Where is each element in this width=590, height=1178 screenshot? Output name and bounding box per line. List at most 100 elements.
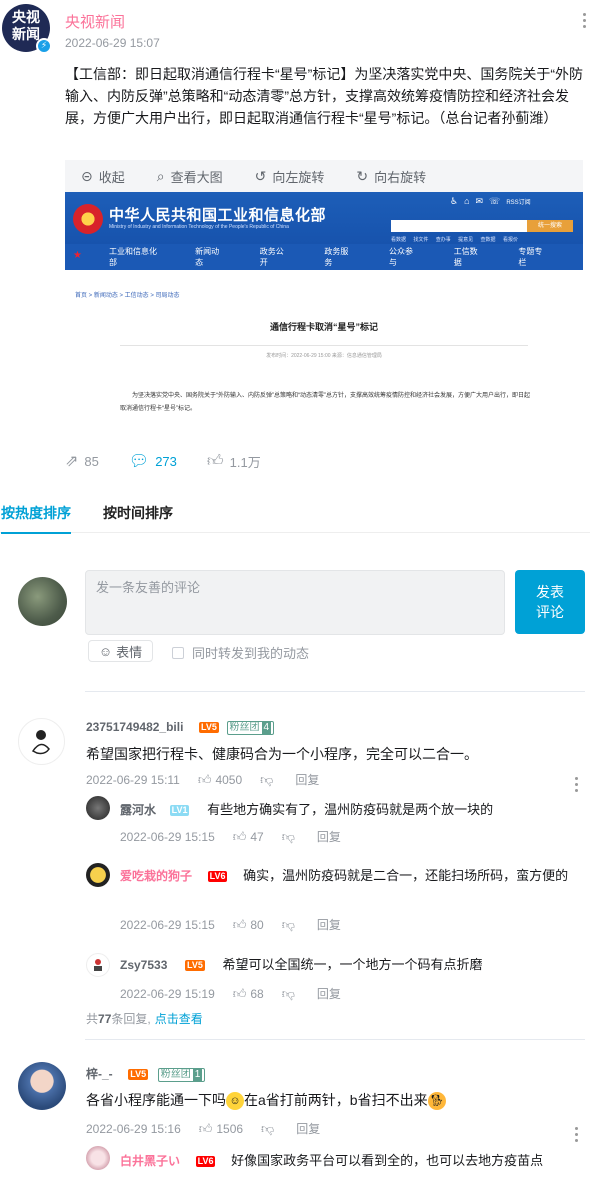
site-banner: 中华人民共和国工业和信息化部 Ministry of Industry and …	[65, 192, 583, 244]
reply-text: 有些地方确实有了，温州防疫码就是两个放一块的	[207, 802, 494, 817]
verified-icon: ⚡	[36, 38, 52, 54]
reply-username[interactable]: 爱吃栽的狗子	[120, 869, 192, 883]
reply-dislike-button[interactable]: 👎︎	[282, 917, 299, 933]
author-name[interactable]: 央视新闻	[65, 11, 125, 32]
emoji-button[interactable]: ☺ 表情	[88, 640, 153, 662]
repost-checkbox[interactable]: 同时转发到我的动态	[172, 643, 309, 662]
post-comment-button[interactable]: 发表 评论	[515, 570, 585, 634]
comment-like-button[interactable]: 👍︎ 4050	[198, 772, 242, 788]
comment-more-icon[interactable]	[573, 774, 579, 795]
comment-header: 梓-_- LV5 粉丝团 1	[86, 1065, 206, 1082]
reply-text: 好像国家政务平台可以看到全的，也可以去地方疫苗点	[231, 1153, 544, 1168]
reply-username[interactable]: Zsy7533	[120, 958, 167, 972]
thumb-up-icon: 👍︎	[198, 1120, 213, 1136]
tab-sort-hot[interactable]: 按热度排序	[1, 503, 71, 534]
comment-username[interactable]: 23751749482_bili	[86, 720, 183, 734]
more-options-icon[interactable]	[581, 10, 587, 31]
reply-username[interactable]: 露河水	[120, 803, 156, 817]
collapse-icon: ⊝	[81, 167, 93, 184]
article-title: 通信行程卡取消“星号”标记	[269, 322, 378, 332]
author-avatar[interactable]: 央视 新闻 ⚡	[2, 4, 52, 54]
tab-sort-time[interactable]: 按时间排序	[103, 503, 173, 523]
reply-dislike-button[interactable]: 👎︎	[282, 829, 299, 845]
site-nav: ★ 工业和信息化部 新闻动态 政务公开 政务服务 公众参与 工信数据 专题专栏	[65, 244, 583, 270]
comment-input[interactable]: 发一条友善的评论	[85, 570, 505, 635]
view-large-button[interactable]: ⌕ 查看大图	[157, 167, 223, 186]
user-figure-icon	[94, 959, 102, 971]
reply-meta: 2022-06-29 15:15 👍︎ 47 👎︎ 回复	[120, 828, 359, 845]
reply-time: 2022-06-29 15:15	[120, 917, 215, 932]
comment-time: 2022-06-29 15:11	[86, 772, 180, 787]
reply-text: 希望可以全国统一，一个地方一个码有点折磨	[222, 957, 483, 972]
national-emblem-icon	[73, 204, 103, 234]
comment-time: 2022-06-29 15:16	[86, 1121, 181, 1136]
reply-like-button[interactable]: 👍︎ 47	[233, 829, 264, 845]
thumb-down-icon: 👎︎	[281, 985, 295, 1001]
thumb-up-icon: 👍︎	[206, 452, 224, 470]
divider	[85, 1039, 585, 1040]
comment-dislike-button[interactable]: 👎︎	[260, 772, 277, 788]
comment-dislike-button[interactable]: 👎︎	[261, 1121, 278, 1137]
fans-badge: 粉丝团 4	[226, 720, 275, 735]
reply-reply-button[interactable]: 回复	[317, 916, 341, 933]
reply-reply-button[interactable]: 回复	[317, 828, 341, 845]
reply-like-button[interactable]: 👍︎ 68	[233, 986, 264, 1002]
comment-reply-button[interactable]: 回复	[295, 771, 319, 788]
current-user-avatar	[18, 577, 67, 626]
level-badge: LV6	[195, 1156, 216, 1168]
like-button[interactable]: 👍︎ 1.1万	[207, 452, 261, 471]
comment-username[interactable]: 梓-_-	[86, 1067, 113, 1081]
rotate-right-button[interactable]: ↻ 向右旋转	[356, 167, 426, 186]
reply-avatar[interactable]	[86, 953, 110, 977]
site-breadcrumb: 首页 > 新闻动态 > 工信动态 > 司局动态	[75, 293, 180, 299]
rotate-right-icon: ↻	[356, 167, 369, 184]
article-divider	[120, 345, 528, 346]
site-tool-icons: ♿⌂✉☏RSS订阅	[450, 196, 531, 206]
reply-username[interactable]: 白井黑子い	[120, 1154, 180, 1168]
comment-avatar[interactable]	[18, 718, 65, 765]
comment-header: 23751749482_bili LV5 粉丝团 4	[86, 719, 275, 735]
article-meta: 发布时间：2022-06-29 15:00 来源：信息通信管理局	[266, 353, 382, 359]
comment-icon: 💬︎	[128, 453, 150, 470]
reply-avatar[interactable]	[86, 1146, 110, 1170]
comment-meta: 2022-06-29 15:16 👍︎ 1506 👎︎ 回复	[86, 1120, 338, 1137]
collapse-button[interactable]: ⊝ 收起	[81, 167, 125, 186]
post-content: 【工信部：即日起取消通信行程卡“星号”标记】为坚决落实党中央、国务院关于“外防输…	[65, 66, 583, 126]
checkbox-icon	[172, 646, 184, 659]
more-replies: 共77条回复, 点击查看	[86, 1012, 203, 1026]
level-badge: LV5	[128, 1069, 149, 1081]
reply-dislike-button[interactable]: 👎︎	[282, 986, 299, 1002]
level-badge: LV6	[207, 871, 228, 883]
comment-avatar[interactable]	[18, 1062, 66, 1110]
image-viewer: ⊝ 收起 ⌕ 查看大图 ↺ 向左旋转 ↻ 向右旋转 中华人民共和国工业和信息化部 Min…	[65, 160, 583, 435]
view-more-replies-link[interactable]: 点击查看	[155, 1012, 203, 1026]
reply-like-button[interactable]: 👍︎ 80	[233, 917, 264, 933]
comment-more-icon[interactable]	[573, 1124, 579, 1145]
comment-like-button[interactable]: 👍︎ 1506	[199, 1121, 243, 1137]
site-search-input	[391, 220, 527, 232]
level-badge: LV5	[185, 960, 205, 972]
reply-line: 白井黑子い LV6 好像国家政务平台可以看到全的，也可以去地方疫苗点	[120, 1150, 543, 1169]
level-badge: LV1	[169, 805, 190, 817]
reply-time: 2022-06-29 15:19	[120, 986, 215, 1001]
post-image[interactable]: 中华人民共和国工业和信息化部 Ministry of Industry and …	[65, 192, 583, 435]
thumb-up-icon: 👍︎	[232, 916, 247, 932]
site-subtitle: Ministry of Industry and Information Tec…	[109, 224, 289, 230]
emoji-smile-icon: ☺	[226, 1092, 244, 1111]
reply-avatar[interactable]	[86, 796, 110, 820]
comment-reply-button[interactable]: 回复	[296, 1120, 320, 1137]
rotate-left-button[interactable]: ↺ 向左旋转	[255, 167, 325, 186]
comment-button[interactable]: 💬︎ 273	[129, 451, 177, 471]
reply-line: Zsy7533 LV5 希望可以全国统一，一个地方一个码有点折磨	[120, 954, 482, 973]
thumb-down-icon: 👎︎	[261, 1120, 275, 1136]
star-icon: ★	[73, 250, 82, 261]
share-button[interactable]: ⇗ 85	[65, 451, 99, 471]
reply-avatar[interactable]	[86, 863, 110, 887]
comment-meta: 2022-06-29 15:11 👍︎ 4050 👎︎ 回复	[86, 771, 337, 788]
emoji-dog-icon: 🐕︎	[427, 1092, 446, 1111]
reply-reply-button[interactable]: 回复	[317, 985, 341, 1002]
thumb-up-icon: 👍︎	[232, 828, 247, 844]
thumb-down-icon: 👎︎	[281, 916, 295, 932]
user-sketch-icon	[31, 730, 50, 755]
comment-text: 希望国家把行程卡、健康码合为一个小程序，完全可以二合一。	[86, 746, 478, 762]
